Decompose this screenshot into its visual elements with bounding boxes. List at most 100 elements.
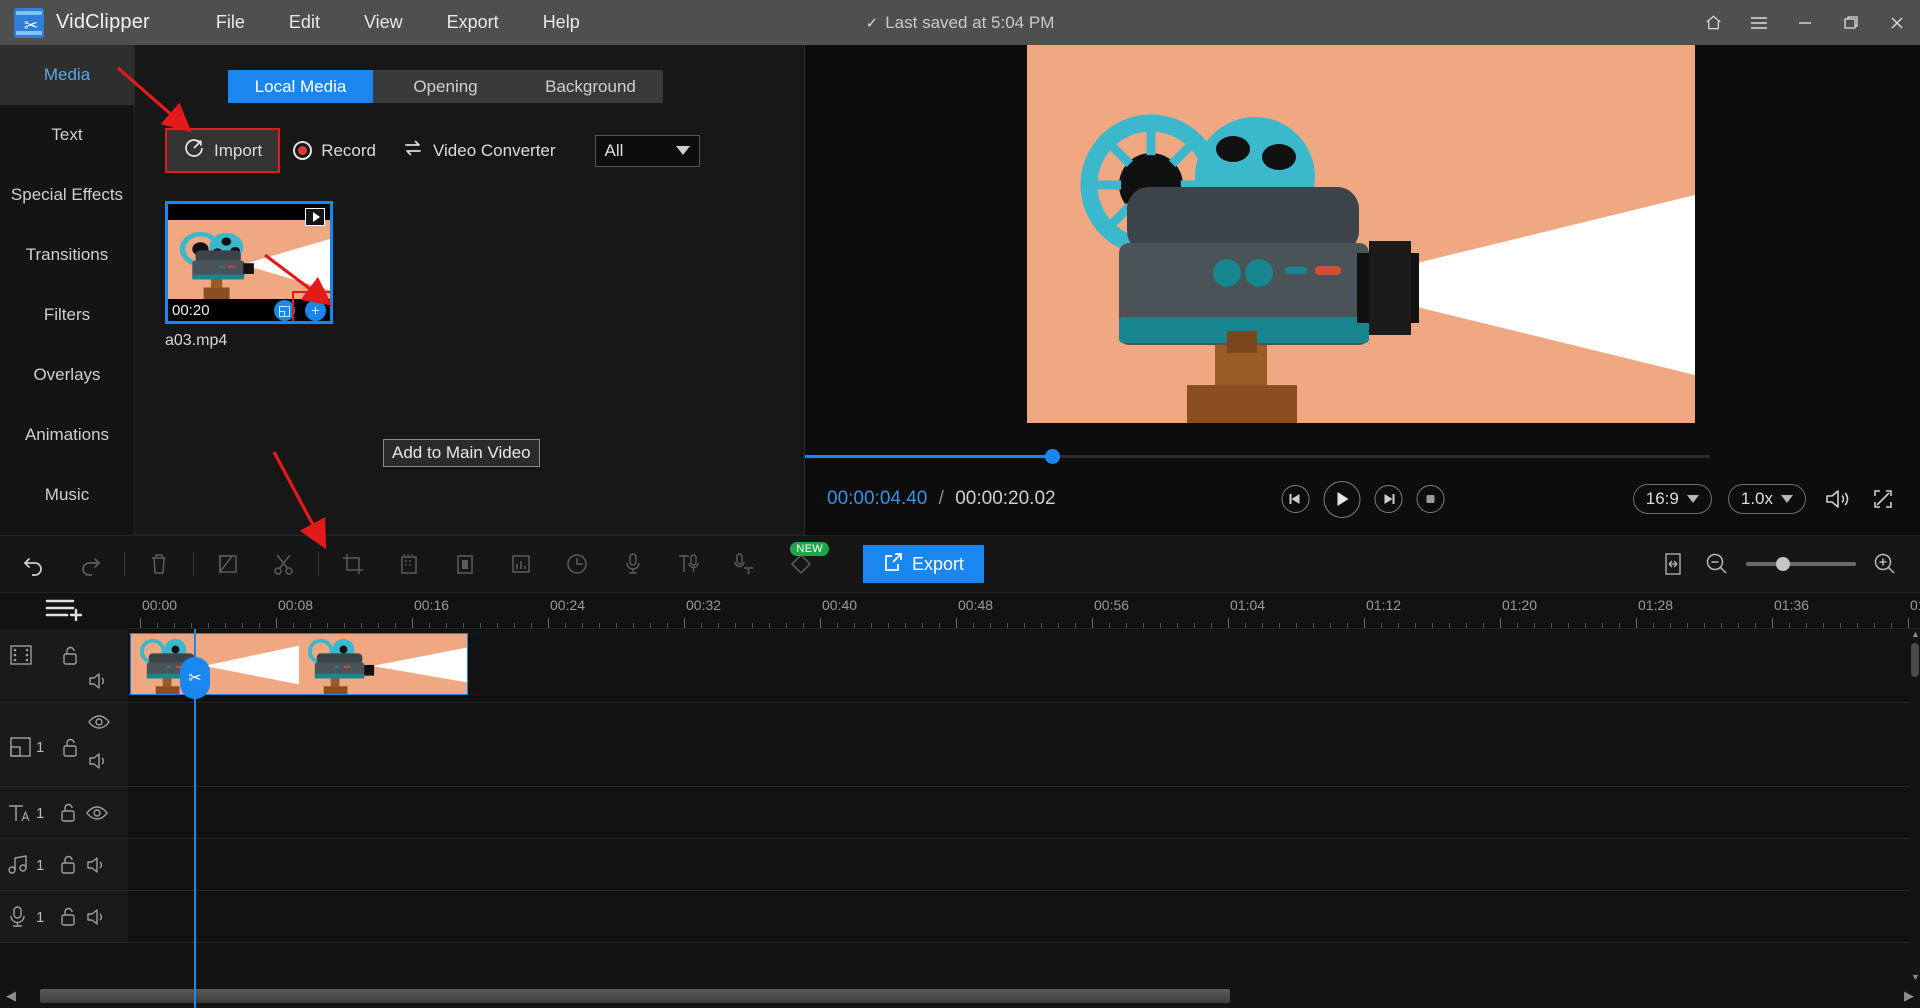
sidebar-item-music[interactable]: Music xyxy=(0,465,134,525)
sidebar-item-overlays[interactable]: Overlays xyxy=(0,345,134,405)
lock-icon[interactable] xyxy=(58,802,78,824)
eye-icon[interactable] xyxy=(88,713,110,731)
close-icon[interactable] xyxy=(1874,0,1920,45)
edit-button[interactable] xyxy=(208,544,248,584)
scroll-left-icon[interactable]: ◀ xyxy=(0,988,22,1004)
zoom-slider-handle[interactable] xyxy=(1776,557,1790,571)
text-track-body[interactable] xyxy=(128,787,1920,838)
tab-background[interactable]: Background xyxy=(518,70,663,103)
add-to-pip-button[interactable]: ◱ xyxy=(274,300,295,321)
delete-button[interactable] xyxy=(139,544,179,584)
previous-frame-button[interactable] xyxy=(1281,485,1309,513)
playback-speed-dropdown[interactable]: 1.0x xyxy=(1728,484,1806,514)
seekbar-progress xyxy=(805,455,1050,458)
split-button[interactable] xyxy=(264,544,304,584)
mosaic-button[interactable] xyxy=(445,544,485,584)
audio-mix-button[interactable] xyxy=(501,544,541,584)
voice-track-body[interactable] xyxy=(128,891,1920,942)
scroll-down-icon[interactable]: ▼ xyxy=(1911,972,1919,982)
ruler-label: 01:44 xyxy=(1910,597,1920,613)
timeline-vertical-scrollbar[interactable]: ▲ ▼ xyxy=(1910,629,1920,984)
mute-icon[interactable] xyxy=(86,855,108,875)
minimize-icon[interactable] xyxy=(1782,0,1828,45)
sidebar-item-text[interactable]: Text xyxy=(0,105,134,165)
media-filter-dropdown[interactable]: All xyxy=(595,135,700,167)
zoom-slider[interactable] xyxy=(1746,562,1856,566)
video-converter-button[interactable]: Video Converter xyxy=(389,131,569,170)
freeze-frame-button[interactable] xyxy=(389,544,429,584)
redo-button[interactable] xyxy=(70,544,110,584)
eye-icon[interactable] xyxy=(86,804,108,822)
sidebar-item-transitions[interactable]: Transitions xyxy=(0,225,134,285)
speed-button[interactable] xyxy=(557,544,597,584)
lock-icon[interactable] xyxy=(60,645,80,667)
zoom-out-icon[interactable] xyxy=(1702,549,1732,579)
ai-tools-button[interactable]: NEW xyxy=(781,544,821,584)
stop-button[interactable] xyxy=(1416,485,1444,513)
record-button[interactable]: Record xyxy=(280,134,389,168)
scroll-right-icon[interactable]: ▶ xyxy=(1898,988,1920,1004)
media-thumbnail[interactable]: 00:20 ◱ + xyxy=(165,201,333,324)
video-track-header xyxy=(0,629,128,702)
lock-icon[interactable] xyxy=(60,737,80,759)
ruler-tick xyxy=(1364,618,1365,628)
speech-to-text-button[interactable] xyxy=(725,544,765,584)
mute-icon[interactable] xyxy=(88,751,110,771)
zoom-in-icon[interactable] xyxy=(1870,549,1900,579)
ruler-tick-minor xyxy=(361,623,362,628)
scroll-up-icon[interactable]: ▲ xyxy=(1911,629,1919,639)
tab-opening[interactable]: Opening xyxy=(373,70,518,103)
lock-icon[interactable] xyxy=(58,906,78,928)
crop-button[interactable] xyxy=(333,544,373,584)
menu-file[interactable]: File xyxy=(194,6,267,39)
sidebar-item-animations[interactable]: Animations xyxy=(0,405,134,465)
media-item[interactable]: 00:20 ◱ + a03.mp4 xyxy=(165,201,333,350)
seekbar-handle[interactable] xyxy=(1045,449,1060,464)
timeline-ruler[interactable]: 00:0000:0800:1600:2400:3200:4000:4800:56… xyxy=(128,593,1920,629)
import-button[interactable]: Import xyxy=(165,128,280,173)
sidebar-item-media[interactable]: Media xyxy=(0,45,134,105)
voiceover-button[interactable] xyxy=(613,544,653,584)
text-to-speech-button[interactable] xyxy=(669,544,709,584)
fullscreen-icon[interactable] xyxy=(1868,484,1898,514)
playhead[interactable]: ✂ xyxy=(194,629,196,1008)
mute-icon[interactable] xyxy=(88,671,110,691)
tab-local-media[interactable]: Local Media xyxy=(228,70,373,103)
ruler-label: 01:28 xyxy=(1638,597,1673,613)
ruler-tick-minor xyxy=(1755,623,1756,628)
pip-track-body[interactable] xyxy=(128,703,1920,786)
thumbnail-play-button[interactable] xyxy=(305,208,325,226)
playhead-split-button[interactable]: ✂ xyxy=(180,657,210,699)
ruler-tick-minor xyxy=(1007,623,1008,628)
menu-help[interactable]: Help xyxy=(521,6,602,39)
maximize-icon[interactable] xyxy=(1828,0,1874,45)
horizontal-scroll-thumb[interactable] xyxy=(40,989,1230,1003)
timeline-horizontal-scrollbar[interactable]: ◀ ▶ xyxy=(0,984,1920,1008)
sidebar-item-filters[interactable]: Filters xyxy=(0,285,134,345)
next-frame-button[interactable] xyxy=(1374,485,1402,513)
text-track-header: 1 xyxy=(0,787,128,838)
menu-edit[interactable]: Edit xyxy=(267,6,342,39)
video-track-body[interactable] xyxy=(128,629,1920,702)
lock-icon[interactable] xyxy=(58,854,78,876)
menu-view[interactable]: View xyxy=(342,6,425,39)
add-to-main-video-button[interactable]: + xyxy=(305,300,326,321)
preview-canvas[interactable] xyxy=(1027,45,1695,423)
music-track-body[interactable] xyxy=(128,839,1920,890)
window-controls xyxy=(1690,0,1920,45)
vertical-scroll-thumb[interactable] xyxy=(1911,643,1919,677)
sidebar-item-special-effects[interactable]: Special Effects xyxy=(0,165,134,225)
export-button[interactable]: Export xyxy=(863,545,984,583)
mute-icon[interactable] xyxy=(86,907,108,927)
play-button[interactable] xyxy=(1323,481,1360,518)
menu-icon[interactable] xyxy=(1736,0,1782,45)
undo-button[interactable] xyxy=(14,544,54,584)
home-icon[interactable] xyxy=(1690,0,1736,45)
aspect-ratio-dropdown[interactable]: 16:9 xyxy=(1633,484,1712,514)
horizontal-scroll-track[interactable] xyxy=(22,989,1898,1003)
volume-icon[interactable] xyxy=(1822,484,1852,514)
add-track-icon[interactable] xyxy=(43,596,85,627)
fit-to-window-icon[interactable] xyxy=(1658,549,1688,579)
menu-export[interactable]: Export xyxy=(425,6,521,39)
preview-seekbar[interactable] xyxy=(805,449,1920,463)
